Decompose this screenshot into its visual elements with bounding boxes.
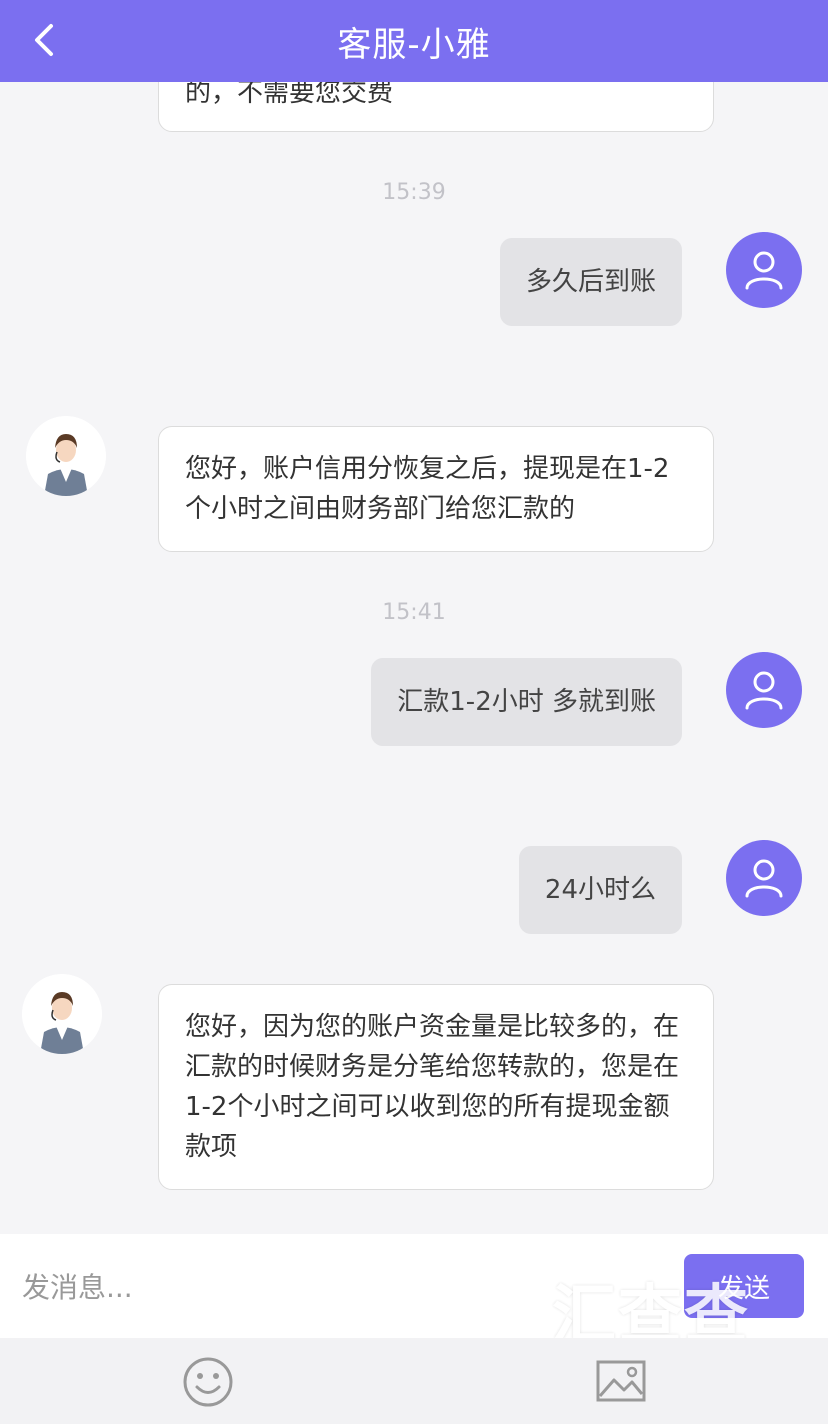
chevron-left-icon	[35, 24, 53, 56]
message-incoming: 您好，因为您的账户资金量是比较多的，在汇款的时候财务是分笔给您转款的，您是在1-…	[158, 984, 714, 1190]
user-icon	[745, 251, 783, 290]
timestamp: 15:39	[382, 180, 446, 205]
send-button[interactable]: 发送	[684, 1254, 804, 1318]
input-bar: 发送	[0, 1234, 828, 1338]
user-icon	[745, 671, 783, 710]
message-outgoing: 汇款1-2小时 多就到账	[371, 658, 682, 746]
agent-avatar-icon	[22, 974, 102, 1054]
agent-avatar[interactable]	[26, 416, 106, 496]
message-text: 的，不需要您交费	[185, 82, 394, 108]
message-incoming: 您好，账户信用分恢复之后，提现是在1-2个小时之间由财务部门给您汇款的	[158, 426, 714, 552]
emoji-button[interactable]	[180, 1354, 236, 1410]
page-title: 客服-小雅	[337, 24, 491, 65]
emoji-icon	[183, 1357, 233, 1407]
agent-avatar[interactable]	[22, 974, 102, 1054]
timestamp: 15:41	[382, 600, 446, 625]
message-text: 您好，因为您的账户资金量是比较多的，在汇款的时候财务是分笔给您转款的，您是在1-…	[185, 1012, 680, 1162]
agent-avatar-icon	[26, 416, 106, 496]
user-avatar[interactable]	[726, 652, 802, 728]
bottom-toolbar	[0, 1338, 828, 1424]
user-icon	[745, 859, 783, 898]
message-outgoing: 多久后到账	[499, 238, 682, 326]
user-avatar[interactable]	[726, 232, 802, 308]
message-outgoing: 24小时么	[518, 846, 682, 934]
user-avatar[interactable]	[726, 840, 802, 916]
image-button[interactable]	[594, 1354, 650, 1410]
message-input[interactable]	[20, 1256, 664, 1318]
message-text: 您好，账户信用分恢复之后，提现是在1-2个小时之间由财务部门给您汇款的	[185, 454, 670, 524]
message-text: 汇款1-2小时 多就到账	[397, 687, 656, 717]
image-icon	[596, 1360, 646, 1402]
back-button[interactable]	[22, 18, 66, 62]
header-bar: 客服-小雅	[0, 0, 828, 82]
message-incoming: 的，不需要您交费	[158, 82, 714, 132]
chat-area[interactable]: 的，不需要您交费 15:39 多久后到账 您好，账户信用分恢复之后，提现是在1-…	[0, 82, 828, 1234]
message-text: 多久后到账	[525, 267, 656, 297]
message-text: 24小时么	[544, 875, 656, 905]
